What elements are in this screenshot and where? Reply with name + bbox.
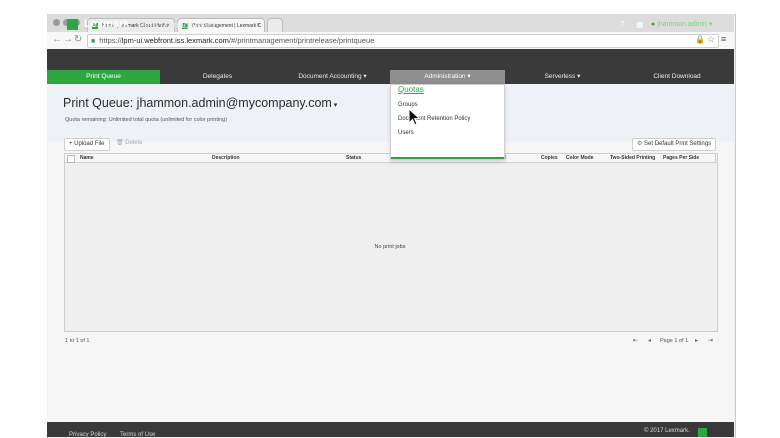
nav-label: Client Download (653, 73, 701, 80)
page-title-prefix: Print Queue: (63, 96, 134, 110)
column-header-pages-per-side[interactable]: Pages Per Side (663, 155, 699, 162)
trash-icon: 🗑 (116, 140, 126, 146)
delete-label: Delete (125, 140, 143, 146)
next-page-icon[interactable]: ▸ (695, 337, 698, 344)
close-tab-icon[interactable]: × (256, 19, 260, 32)
nav-administration[interactable]: Administration ▾ (390, 70, 505, 84)
brand-name[interactable]: Lexmark (84, 18, 129, 31)
column-header-name[interactable]: Name (80, 155, 94, 162)
address-bar[interactable]: ■ https://lpm-ui.webfront.iss.lexmark.com… (87, 34, 719, 48)
column-header-color-mode[interactable]: Color Mode (566, 155, 594, 162)
browser-frame: Home | Lexmark Cloud Platfor × Print Man… (47, 14, 734, 438)
nav-label: Administration (424, 73, 466, 80)
lock-status-icon[interactable]: 🔒 (695, 34, 705, 46)
quota-note: Quota remaining: Unlimited total quota (… (65, 117, 228, 123)
upload-label: Upload File (74, 141, 105, 147)
nav-label: Delegates (202, 73, 233, 80)
nav-label: Print Queue (86, 73, 121, 80)
nav-delegates[interactable]: Delegates (160, 70, 275, 84)
column-header-two-sided-printing[interactable]: Two-Sided Printing (610, 155, 655, 162)
nav-label: Serverless (544, 73, 576, 80)
delete-button[interactable]: 🗑 Delete (112, 138, 147, 149)
nav-print-queue[interactable]: Print Queue (47, 70, 160, 84)
first-page-icon[interactable]: ⇤ (633, 337, 638, 344)
dropdown-accent-bar (391, 157, 504, 159)
app-header (47, 49, 734, 70)
apps-grid-icon[interactable]: ▦ (636, 19, 644, 30)
app-title: Print Management (138, 20, 216, 31)
pager-range: 1 to 1 of 1 (65, 338, 90, 344)
nav-serverless[interactable]: Serverless ▾ (505, 70, 620, 84)
bookmark-star-icon[interactable]: ☆ (707, 33, 715, 45)
select-all-checkbox[interactable] (67, 155, 75, 163)
page-indicator: Page 1 of 1 (660, 338, 689, 344)
set-default-print-settings-button[interactable]: ⚙ Set Default Print Settings (632, 138, 717, 151)
nav-client-download[interactable]: Client Download (620, 70, 734, 84)
reload-icon[interactable]: ↻ (74, 34, 82, 46)
gear-icon: ⚙ (637, 141, 645, 147)
back-icon[interactable]: ← (52, 34, 62, 46)
last-page-icon[interactable]: ⇥ (708, 337, 713, 344)
browser-toolbar: ← → ↻ ■ https://lpm-ui.webfront.iss.lexma… (47, 32, 734, 50)
footer-lexmark-logo-icon (698, 428, 707, 437)
user-menu[interactable]: ● jhammon.admin ▾ (651, 20, 712, 30)
nav-label: Document Accounting (298, 73, 362, 80)
lock-icon: ■ (91, 38, 96, 45)
help-icon[interactable]: ? (620, 19, 624, 30)
dropdown-item-users[interactable]: Users (398, 129, 414, 137)
page-title: Print Queue: jhammon.admin@mycompany.com… (63, 95, 337, 114)
user-avatar-icon: ● (651, 21, 656, 28)
url-path: /#/printmanagement/printrelease/printque… (228, 36, 375, 45)
print-jobs-table (64, 153, 718, 332)
nav-document-accounting[interactable]: Document Accounting ▾ (275, 70, 390, 84)
column-header-status[interactable]: Status (346, 155, 361, 162)
chevron-down-icon[interactable]: ▾ (332, 102, 338, 109)
default-settings-label: Set Default Print Settings (644, 141, 712, 147)
url-scheme: https:// (99, 36, 122, 45)
column-header-copies[interactable]: Copies (541, 155, 558, 162)
upload-file-button[interactable]: + Upload File (64, 138, 110, 151)
terms-of-use-link[interactable]: Terms of Use (120, 432, 155, 438)
close-window-button[interactable] (53, 19, 60, 26)
url-host: lpm-ui.webfront.iss.lexmark.com (121, 36, 229, 45)
column-header-description[interactable]: Description (212, 155, 240, 162)
main-nav: Print Queue Delegates Document Accountin… (47, 70, 734, 84)
mouse-cursor-icon (408, 108, 421, 126)
empty-table-message: No print jobs (374, 244, 406, 250)
copyright-text: © 2017 Lexmark. (644, 428, 690, 434)
new-tab-button[interactable] (267, 18, 283, 32)
browser-menu-icon[interactable]: ≡ (721, 33, 726, 45)
privacy-policy-link[interactable]: Privacy Policy (69, 432, 106, 438)
dropdown-item-quotas[interactable]: Quotas (398, 86, 424, 94)
page-title-user[interactable]: jhammon.admin@mycompany.com (137, 96, 332, 110)
lexmark-logo-icon (67, 19, 78, 30)
user-name: jhammon.admin (657, 21, 707, 28)
forward-icon[interactable]: → (63, 34, 73, 46)
previous-page-icon[interactable]: ◂ (648, 337, 651, 344)
